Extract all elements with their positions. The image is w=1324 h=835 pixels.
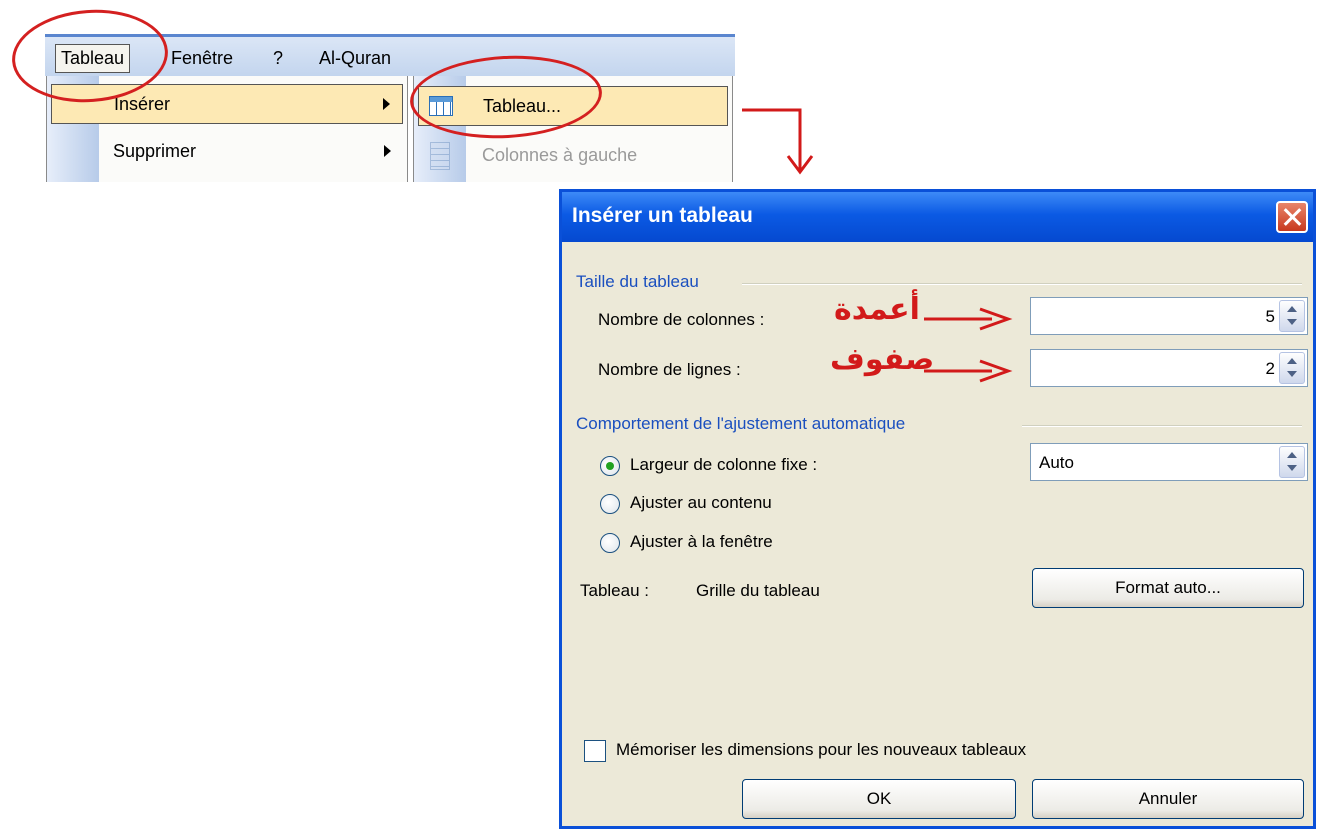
radio-fit-contents[interactable]: [600, 494, 620, 514]
remember-dimensions-label[interactable]: Mémoriser les dimensions pour les nouvea…: [616, 740, 1026, 760]
columns-value: 5: [1265, 307, 1275, 326]
spinner-arrows-icon[interactable]: [1279, 300, 1305, 332]
option-fit-contents-label[interactable]: Ajuster au contenu: [630, 493, 772, 513]
radio-fit-window[interactable]: [600, 533, 620, 553]
cancel-button[interactable]: Annuler: [1032, 779, 1304, 819]
spinner-arrows-icon[interactable]: [1279, 446, 1305, 478]
radio-fixed-width[interactable]: [600, 456, 620, 476]
ok-button[interactable]: OK: [742, 779, 1016, 819]
rows-value: 2: [1265, 359, 1275, 378]
dialog-titlebar[interactable]: Insérer un tableau: [562, 192, 1313, 242]
group-title-size: Taille du tableau: [576, 272, 699, 291]
fixed-width-spinner[interactable]: Auto: [1030, 443, 1308, 481]
option-fit-window-label[interactable]: Ajuster à la fenêtre: [630, 532, 773, 552]
rows-spinner[interactable]: 2: [1030, 349, 1308, 387]
insert-table-dialog: Insérer un tableau Taille du tableau Nom…: [559, 189, 1316, 829]
group-divider: [1022, 425, 1302, 427]
option-fixed-width-label[interactable]: Largeur de colonne fixe :: [630, 455, 817, 475]
dialog-title: Insérer un tableau: [572, 204, 753, 227]
table-style-value: Grille du tableau: [696, 581, 820, 600]
spinner-arrows-icon[interactable]: [1279, 352, 1305, 384]
close-button[interactable]: [1276, 201, 1308, 233]
columns-spinner[interactable]: 5: [1030, 297, 1308, 335]
annotation-rows-arabic: صفوف: [830, 343, 935, 376]
remember-dimensions-checkbox[interactable]: [584, 740, 606, 762]
table-style-label: Tableau :: [580, 581, 649, 600]
annotation-columns-arabic: أعمدة: [834, 293, 920, 326]
rows-label: Nombre de lignes :: [598, 360, 741, 379]
group-title-autofit: Comportement de l'ajustement automatique: [576, 414, 906, 433]
columns-label: Nombre de colonnes :: [598, 310, 765, 329]
group-divider: [742, 283, 1302, 285]
autoformat-button[interactable]: Format auto...: [1032, 568, 1304, 608]
fixed-width-value: Auto: [1039, 453, 1074, 472]
annotation-arrows: [924, 307, 1013, 383]
